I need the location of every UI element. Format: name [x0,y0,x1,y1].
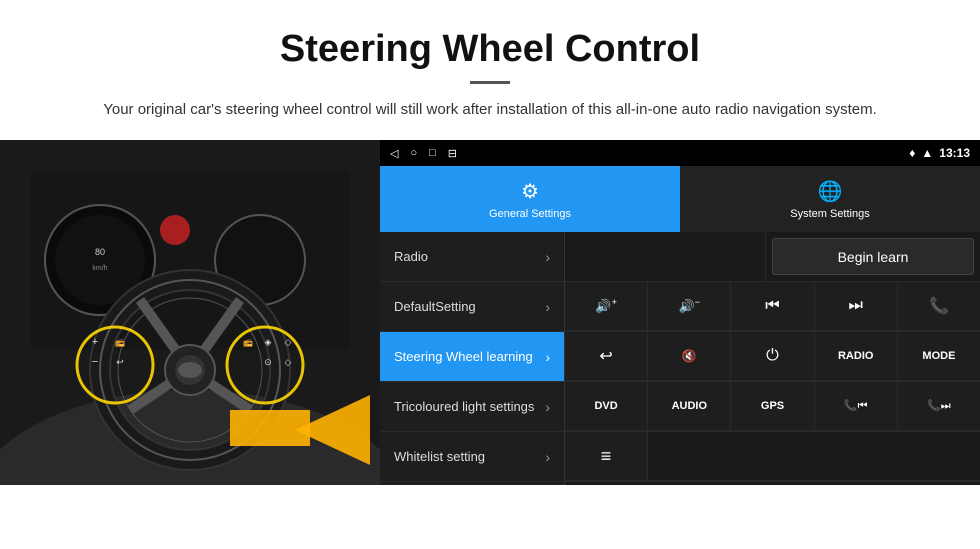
empty-space [648,432,980,481]
menu-radio-label: Radio [394,249,428,264]
svg-text:+: + [92,336,98,348]
status-bar-info: ♦ ▲ 13:13 [909,146,970,160]
tab-general-label: General Settings [489,208,571,220]
svg-text:↩: ↩ [116,357,124,367]
phone-prev-icon: 📞⏮ [844,399,868,413]
header-subtitle: Your original car's steering wheel contr… [60,98,920,122]
audio-label: AUDIO [672,400,707,412]
menu-button[interactable]: ≡ [565,432,648,481]
back-icon: ↩ [599,346,612,366]
begin-learn-row: Begin learn [565,232,980,282]
dvd-label: DVD [594,400,617,412]
system-settings-icon: 🌐 [818,179,843,204]
mode-label: MODE [922,350,955,362]
dvd-button[interactable]: DVD [565,382,648,431]
menu-steering-label: Steering Wheel learning [394,349,533,364]
next-track-icon: ⏭ [849,297,863,315]
control-row-2: ↩ 🔇 ⏻ RADIO MODE [565,332,980,382]
phone-prev-button[interactable]: 📞⏮ [815,382,898,431]
audio-button[interactable]: AUDIO [648,382,731,431]
left-menu: Radio › DefaultSetting › Steering Wheel … [380,232,565,485]
gps-button[interactable]: GPS [731,382,814,431]
mute-icon: 🔇 [682,349,697,363]
phone-button[interactable]: 📞 [898,282,980,331]
next-track-button[interactable]: ⏭ [815,282,898,331]
volume-up-icon: 🔊+ [595,297,616,314]
right-panel: Begin learn 🔊+ 🔊− ⏮ [565,232,980,485]
volume-up-button[interactable]: 🔊+ [565,282,648,331]
svg-text:◇: ◇ [285,337,292,347]
svg-text:⊙: ⊙ [264,357,272,367]
status-bar-nav: ◁ ○ □ ⊟ [390,147,457,160]
gps-label: GPS [761,400,784,412]
menu-whitelist-label: Whitelist setting [394,449,485,464]
volume-down-button[interactable]: 🔊− [648,282,731,331]
begin-learn-button[interactable]: Begin learn [772,238,974,275]
android-ui: ◁ ○ □ ⊟ ♦ ▲ 13:13 ⚙ General Settings [380,140,980,485]
chevron-right-icon: › [545,349,550,365]
main-content: 80 km/h [0,140,980,485]
page-title: Steering Wheel Control [60,28,920,71]
status-time: 13:13 [939,146,970,160]
chevron-right-icon: › [545,299,550,315]
svg-text:km/h: km/h [92,265,107,272]
tab-general[interactable]: ⚙ General Settings [380,166,680,232]
status-bar: ◁ ○ □ ⊟ ♦ ▲ 13:13 [380,140,980,166]
header-divider [470,81,510,84]
radio-label: RADIO [838,350,873,362]
nav-tabs: ⚙ General Settings 🌐 System Settings [380,166,980,232]
menu-item-default[interactable]: DefaultSetting › [380,282,564,332]
power-icon: ⏻ [766,347,779,365]
menu-default-label: DefaultSetting [394,299,476,314]
empty-cell [565,232,766,281]
menu-item-whitelist[interactable]: Whitelist setting › [380,432,564,482]
svg-text:◈: ◈ [265,337,272,347]
home-nav-icon[interactable]: ○ [410,147,417,159]
power-button[interactable]: ⏻ [731,332,814,381]
phone-icon: 📞 [929,296,949,316]
svg-text:📻: 📻 [243,338,253,347]
signal-icon: ▲ [921,146,933,160]
volume-down-icon: 🔊− [679,297,700,314]
control-row-3: DVD AUDIO GPS 📞⏮ 📞⏭ [565,382,980,432]
radio-button[interactable]: RADIO [815,332,898,381]
tab-system[interactable]: 🌐 System Settings [680,166,980,232]
back-button[interactable]: ↩ [565,332,648,381]
car-image-section: 80 km/h [0,140,380,485]
svg-text:◇: ◇ [285,357,292,367]
mute-button[interactable]: 🔇 [648,332,731,381]
svg-text:80: 80 [95,247,105,257]
prev-track-button[interactable]: ⏮ [731,282,814,331]
back-nav-icon[interactable]: ◁ [390,147,398,160]
location-icon: ♦ [909,146,915,160]
recent-nav-icon[interactable]: □ [429,147,436,159]
prev-track-icon: ⏮ [765,297,779,315]
mode-button[interactable]: MODE [898,332,980,381]
menu-tricoloured-label: Tricoloured light settings [394,399,534,414]
chevron-right-icon: › [545,249,550,265]
screenshot-nav-icon[interactable]: ⊟ [448,147,457,160]
phone-next-button[interactable]: 📞⏭ [898,382,980,431]
svg-text:📻: 📻 [115,338,125,347]
menu-item-radio[interactable]: Radio › [380,232,564,282]
phone-next-icon: 📞⏭ [927,399,951,413]
settings-content: Radio › DefaultSetting › Steering Wheel … [380,232,980,485]
svg-text:−: − [92,356,98,368]
control-row-1: 🔊+ 🔊− ⏮ ⏭ 📞 [565,282,980,332]
menu-item-tricoloured[interactable]: Tricoloured light settings › [380,382,564,432]
tab-system-label: System Settings [790,208,869,220]
chevron-right-icon: › [545,399,550,415]
header-section: Steering Wheel Control Your original car… [0,0,980,140]
menu-icon: ≡ [601,446,612,467]
chevron-right-icon: › [545,449,550,465]
control-row-4: ≡ [565,432,980,482]
menu-item-steering[interactable]: Steering Wheel learning › [380,332,564,382]
general-settings-icon: ⚙ [521,179,539,204]
page-container: Steering Wheel Control Your original car… [0,0,980,485]
